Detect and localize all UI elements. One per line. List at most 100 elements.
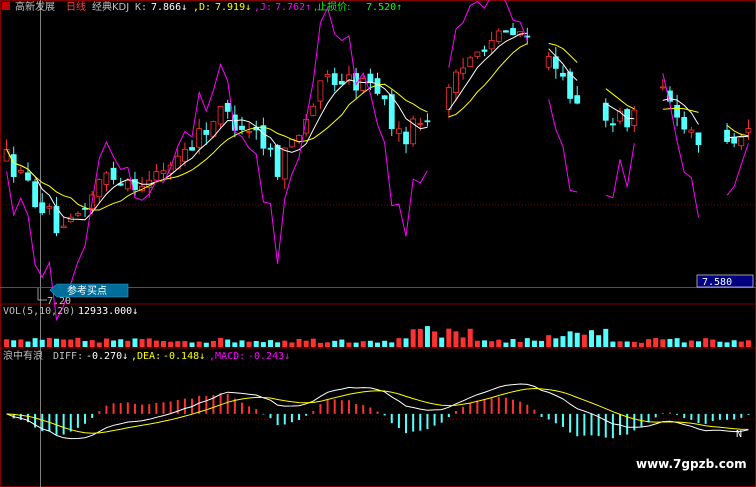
volume-bar [39,339,45,347]
candle-body [417,122,424,125]
volume-bar [546,335,552,347]
volume-bar [132,338,138,347]
volume-bar [688,340,694,347]
candle-body [25,172,31,181]
candle-body [724,129,730,142]
vol-value: 12933.000↓ [78,306,138,317]
candle-body [360,78,367,91]
candle-body [396,128,402,134]
volume-bar [168,341,174,347]
volume-bar [54,338,59,347]
candle-body [403,131,409,145]
volume-bar [589,330,594,347]
watermark: www.7gpzb.com [636,457,747,471]
stop-label: ,止损价: [314,0,351,13]
candle-body [124,179,131,190]
candle-body [495,30,502,42]
volume-bar [11,340,17,347]
candle-body [267,147,274,150]
volume-bar [382,340,388,347]
volume-bar [731,340,737,347]
volume-bar [717,341,723,347]
ma-line-white [6,32,749,221]
candle-body [388,94,395,130]
d-label: ,D: [193,2,211,13]
volume-bar [18,339,24,347]
candle-body [445,87,452,110]
candle-body [424,120,431,123]
volume-bar [210,340,216,347]
candle-body [10,154,17,177]
volume-bar [646,339,652,347]
candle-body [474,51,481,57]
dea-line [6,387,749,434]
j-value: 7.762↑ [275,2,311,13]
candle-body [203,130,210,135]
candle-body [338,80,345,85]
period-label[interactable]: 日线 [66,0,86,13]
macd-end-label: N [736,429,742,440]
candle-body [467,57,474,68]
candle-body [296,134,302,142]
vol-label: VOL(5,10,20) [3,306,75,317]
volume-bar [111,340,117,347]
volume-bar [724,342,730,347]
indicator-name: 经典KDJ [92,0,129,13]
volume-bar [353,342,359,347]
volume-bar [289,342,295,347]
volume-bar [189,342,195,347]
candle-body [17,169,24,173]
candle-body [317,80,324,102]
volume-bar [417,328,423,347]
menu-icon[interactable] [2,2,10,10]
stock-name[interactable]: 高新发展 [15,0,55,13]
volume-bar [275,342,281,347]
macd-value: -0.243↓ [248,351,290,362]
candle-body [196,128,203,148]
volume-bar [446,328,452,347]
j-label: ,J: [254,2,272,13]
candle-body [367,73,374,84]
stop-value: 7.520↑ [366,2,402,13]
volume-bar [360,341,366,347]
macd-label: ,MACD: [209,351,245,362]
candle-body [738,136,745,147]
volume-bar [246,341,252,347]
volume-bar [89,340,95,347]
volume-bar [453,331,459,347]
candle-body [488,40,495,50]
volume-bar [610,341,616,347]
macd-panel [6,383,750,440]
volume-bar [553,338,559,347]
volume-bar [503,342,509,347]
dea-label: ,DEA: [131,351,161,362]
volume-bar [253,340,259,347]
volume-bar [96,342,102,347]
volume-bar [581,334,587,347]
volume-bar [389,342,395,347]
candle-body [260,125,267,149]
volume-bar [403,338,409,347]
volume-bar [25,341,31,347]
candle-body [510,28,516,36]
volume-bar [103,338,109,347]
volume-bar [118,339,124,347]
volume-bar [510,339,516,347]
volume-bar [82,341,88,347]
volume-bar [624,341,630,347]
volume-bar [296,338,302,347]
volume-bar [467,328,473,347]
volume-bar [175,341,181,347]
volume-bar [225,339,231,347]
volume-bar [203,342,209,347]
price-panel [3,0,752,322]
candle-body [688,129,695,133]
candle-body [32,181,38,208]
volume-bar [161,341,166,347]
volume-bar [260,342,266,347]
candle-body [274,145,281,177]
dea-value: -0.148↓ [163,351,205,362]
stock-chart[interactable]: 高新发展 日线 经典KDJ K: 7.866↓ ,D: 7.919↓ ,J: 7… [0,0,756,487]
candle-body [681,117,688,130]
volume-bar [696,341,701,347]
